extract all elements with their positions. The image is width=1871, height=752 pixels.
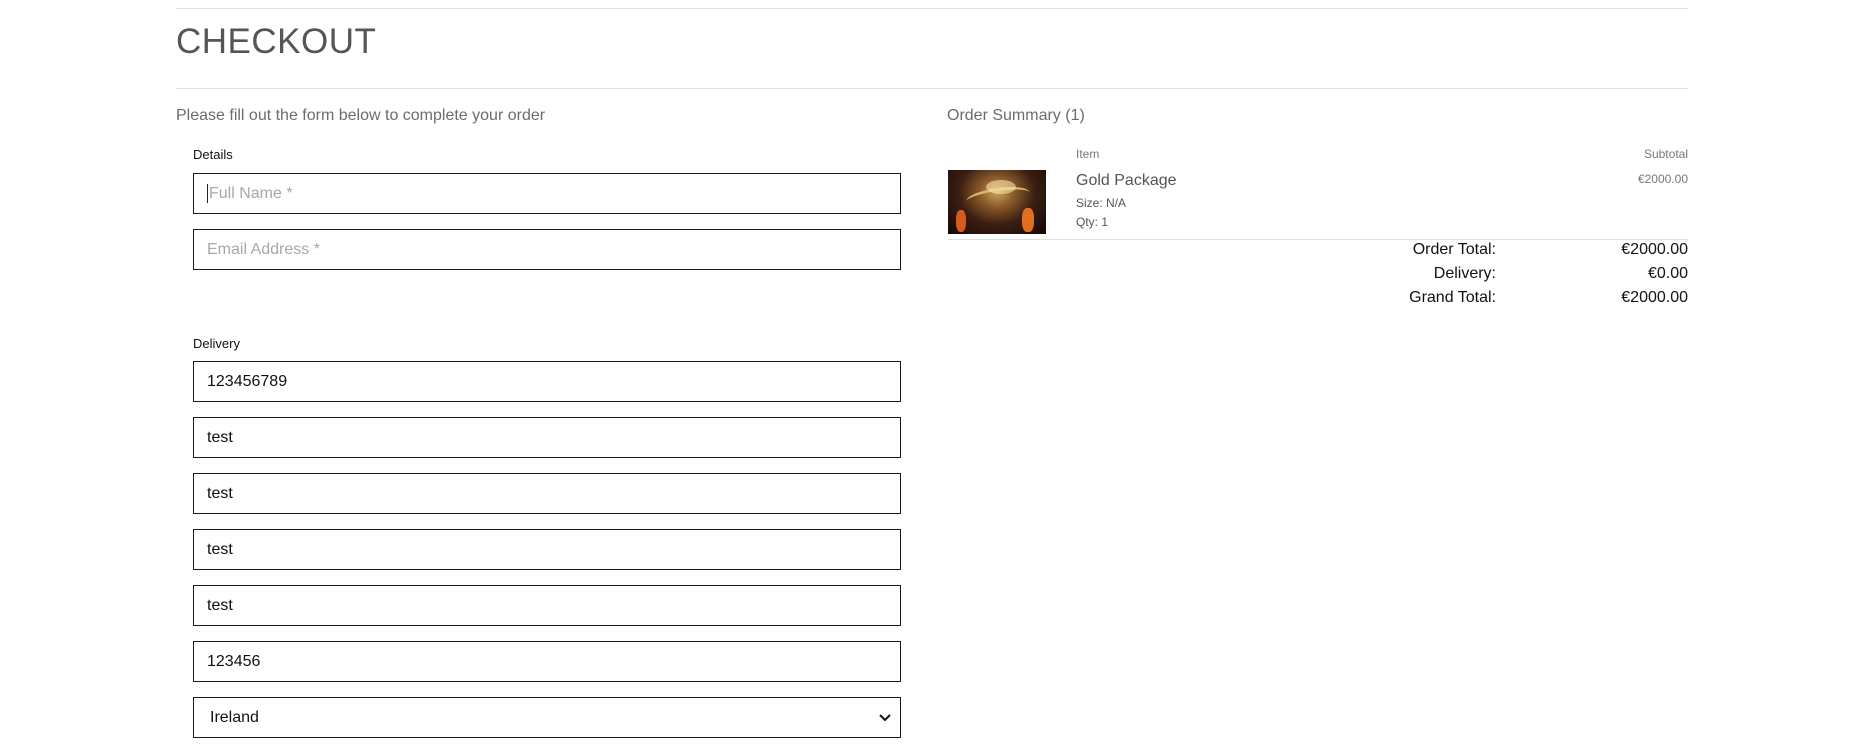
title-divider <box>176 88 1688 89</box>
delivery-label: Delivery <box>193 336 240 351</box>
text-caret <box>207 184 208 203</box>
order-summary-title: Order Summary (1) <box>947 107 1085 124</box>
top-divider <box>176 8 1688 9</box>
street-address-2-value: test <box>207 484 233 502</box>
details-label: Details <box>193 147 233 162</box>
full-name-input[interactable]: Full Name * <box>193 173 901 214</box>
town-city-value: test <box>207 540 233 558</box>
item-name: Gold Package <box>1076 172 1177 189</box>
grand-total-label: Grand Total: <box>1409 289 1496 306</box>
phone-number-input[interactable]: 123456789 <box>193 361 901 402</box>
postcode-input[interactable]: 123456 <box>193 641 901 682</box>
subtotal-column-header: Subtotal <box>1643 147 1688 161</box>
town-city-input[interactable]: test <box>193 529 901 570</box>
street-address-1-value: test <box>207 428 233 446</box>
delivery-cost-value: €0.00 <box>1647 265 1688 282</box>
summary-divider <box>948 239 1688 240</box>
item-column-header: Item <box>1076 147 1100 161</box>
full-name-placeholder: Full Name * <box>209 184 293 202</box>
grand-total-value: €2000.00 <box>1621 289 1688 306</box>
page-title: CHECKOUT <box>176 22 377 61</box>
delivery-cost-label: Delivery: <box>1433 265 1496 282</box>
postcode-value: 123456 <box>207 652 261 670</box>
street-address-2-input[interactable]: test <box>193 473 901 514</box>
county-value: test <box>207 596 233 614</box>
checkout-page: CHECKOUT Please fill out the form below … <box>0 0 1871 752</box>
form-intro: Please fill out the form below to comple… <box>176 107 546 124</box>
country-value: Ireland <box>210 708 259 726</box>
country-select[interactable]: Ireland <box>193 697 901 738</box>
item-qty: Qty: 1 <box>1076 215 1109 229</box>
chevron-down-icon <box>878 711 892 725</box>
item-size: Size: N/A <box>1076 196 1127 210</box>
phone-number-value: 123456789 <box>207 372 288 390</box>
county-input[interactable]: test <box>193 585 901 626</box>
email-placeholder: Email Address * <box>207 240 320 258</box>
street-address-1-input[interactable]: test <box>193 417 901 458</box>
product-image <box>948 170 1046 234</box>
order-total-value: €2000.00 <box>1621 241 1688 258</box>
email-input[interactable]: Email Address * <box>193 229 901 270</box>
order-total-label: Order Total: <box>1412 241 1496 258</box>
item-subtotal: €2000.00 <box>1637 172 1688 186</box>
